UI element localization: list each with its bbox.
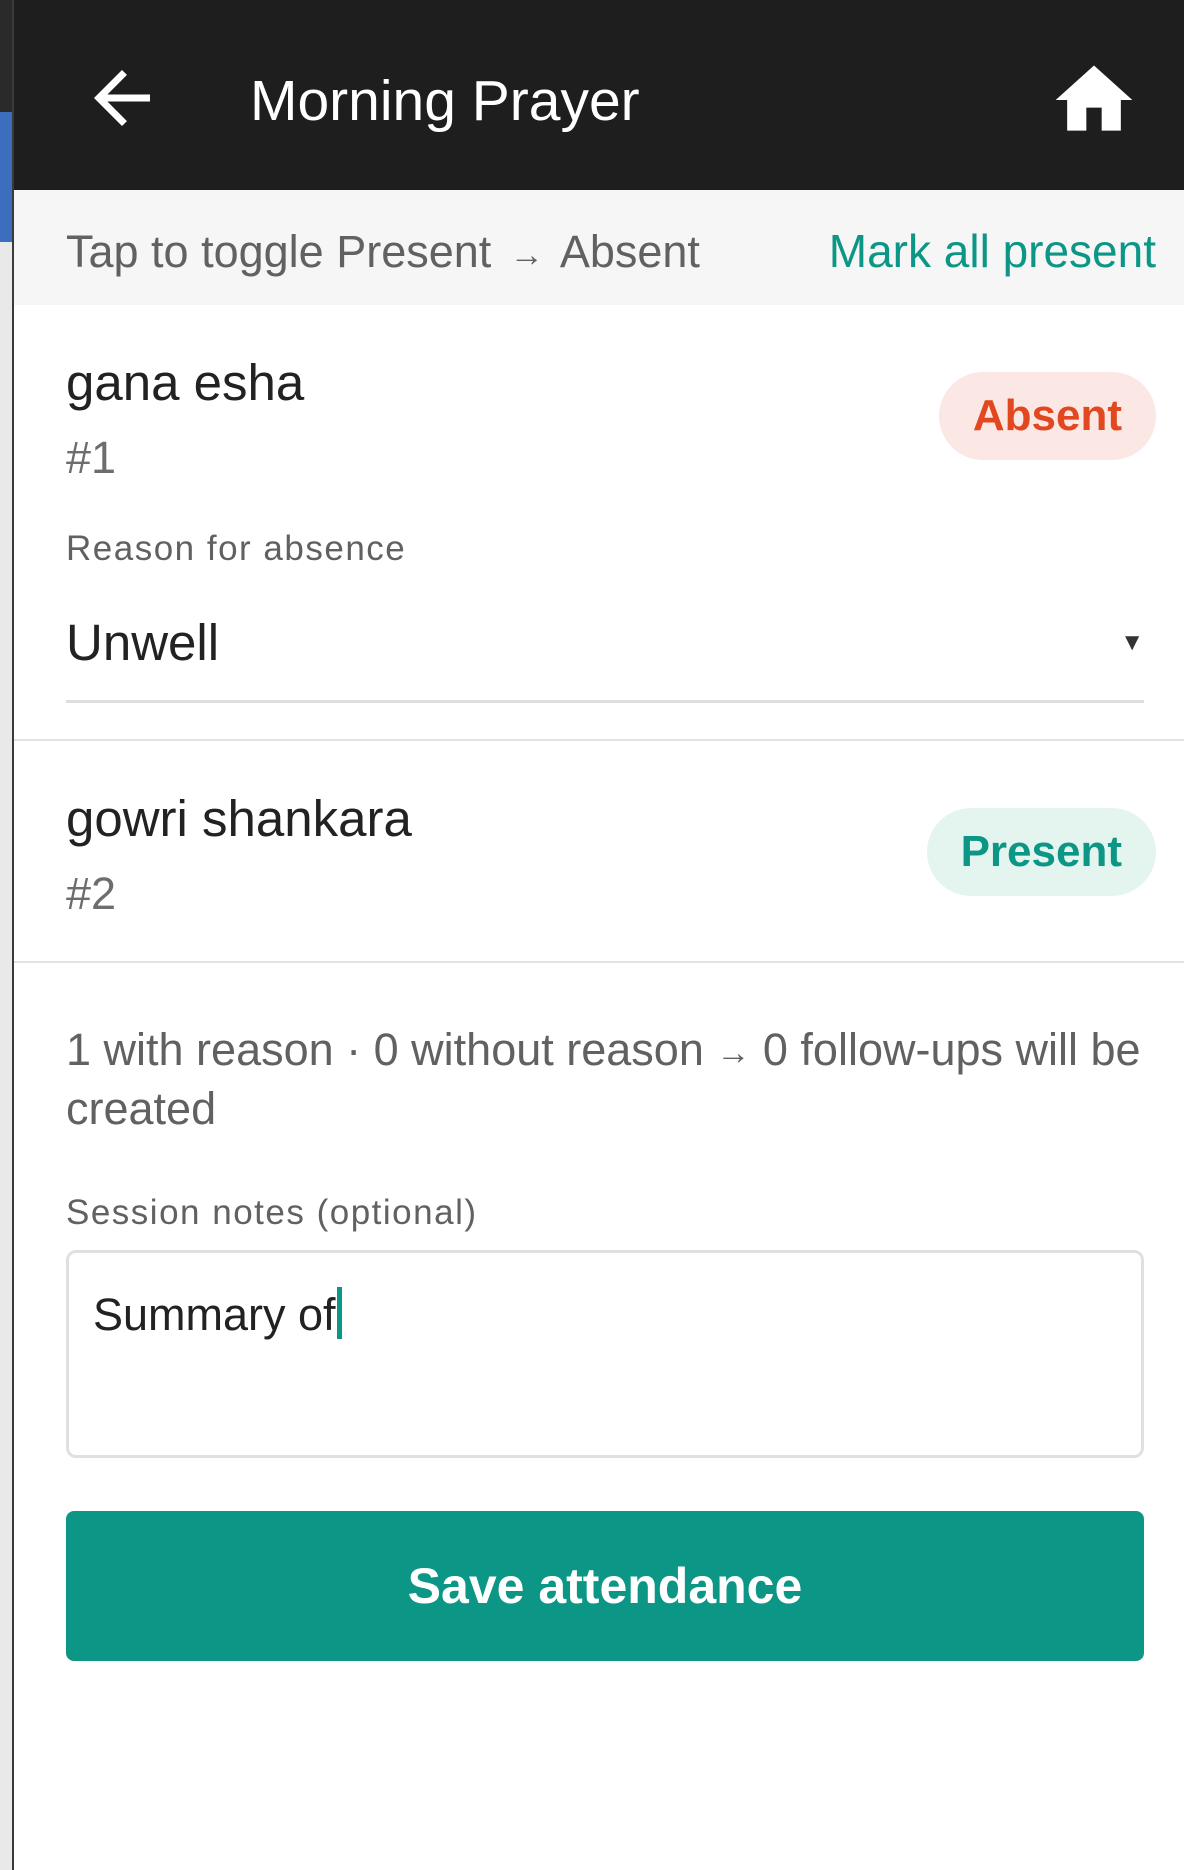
notes-value: Summary of — [93, 1289, 336, 1340]
session-notes-text: Summary of — [93, 1287, 342, 1341]
member-name: gowri shankara — [66, 790, 412, 847]
reason-label: Reason for absence — [66, 529, 407, 568]
summary-counts: 1 with reason · 0 without reason — [66, 1024, 704, 1075]
hint-prefix: Tap to toggle Present — [66, 226, 492, 277]
window-edge-accent — [0, 112, 12, 242]
hint-arrow: → — [509, 235, 544, 274]
top-app-bar: Morning Prayer — [14, 0, 1184, 190]
hint-suffix: Absent — [559, 226, 700, 277]
home-icon — [1055, 65, 1133, 131]
toggle-hint-bar: Tap to toggle Present → Absent Mark all … — [14, 190, 1184, 305]
member-number: #1 — [66, 432, 117, 483]
save-attendance-button[interactable]: Save attendance — [66, 1511, 1144, 1661]
dropdown-caret-icon: ▼ — [1120, 629, 1144, 656]
summary-arrow: → — [716, 1034, 751, 1073]
page-title: Morning Prayer — [250, 69, 640, 133]
screen: Morning Prayer Tap to toggle Present → A… — [0, 0, 1184, 1870]
member-name: gana esha — [66, 354, 305, 411]
toggle-hint: Tap to toggle Present → Absent — [66, 226, 700, 278]
text-cursor — [336, 1287, 342, 1339]
member-number: #2 — [66, 868, 117, 919]
member-row: gana esha #1 Absent Reason for absence U… — [14, 305, 1184, 741]
member-row: gowri shankara #2 Present — [14, 741, 1184, 963]
session-notes-input[interactable]: Summary of — [66, 1250, 1144, 1458]
follow-up-summary: 1 with reason · 0 without reason → 0 fol… — [66, 1022, 1146, 1137]
back-button[interactable] — [76, 52, 168, 144]
mark-all-present-button[interactable]: Mark all present — [829, 224, 1156, 278]
session-notes-label: Session notes (optional) — [66, 1193, 478, 1232]
window-edge — [0, 0, 14, 1870]
reason-dropdown[interactable]: Unwell ▼ — [66, 601, 1144, 703]
arrow-left-icon — [94, 70, 150, 126]
attendance-app: Morning Prayer Tap to toggle Present → A… — [14, 0, 1184, 1870]
window-edge-dark — [0, 0, 12, 112]
home-button[interactable] — [1046, 52, 1142, 148]
status-toggle-present[interactable]: Present — [926, 808, 1156, 896]
status-toggle-absent[interactable]: Absent — [938, 372, 1156, 460]
reason-selected-value: Unwell — [66, 614, 220, 671]
